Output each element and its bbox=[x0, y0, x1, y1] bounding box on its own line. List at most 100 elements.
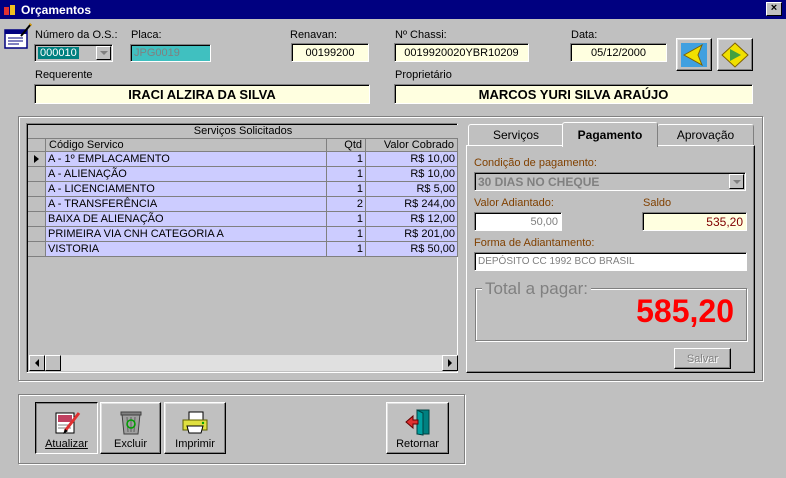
retornar-button[interactable]: Retornar bbox=[386, 402, 449, 454]
imprimir-button[interactable]: Imprimir bbox=[164, 402, 226, 454]
condicao-combo[interactable]: 30 DIAS NO CHEQUE bbox=[474, 172, 746, 191]
adiantado-label: Valor Adiantado: bbox=[474, 197, 554, 209]
tab-aprovacao[interactable]: Aprovação bbox=[657, 124, 754, 146]
table-row[interactable]: A - 1º EMPLACAMENTO 1 R$ 10,00 bbox=[28, 152, 458, 167]
grid-caption: Serviços Solicitados bbox=[28, 125, 458, 139]
table-row[interactable]: A - ALIENAÇÃO 1 R$ 10,00 bbox=[28, 167, 458, 182]
cell-valor[interactable]: R$ 12,00 bbox=[366, 212, 458, 227]
condicao-label: Condição de pagamento: bbox=[474, 157, 597, 169]
title-bar[interactable]: Orçamentos × bbox=[0, 0, 786, 19]
os-dropdown-icon[interactable] bbox=[96, 46, 111, 60]
row-indicator bbox=[28, 212, 46, 227]
next-button[interactable] bbox=[717, 38, 753, 71]
data-field[interactable]: 05/12/2000 bbox=[570, 43, 667, 62]
cell-qtd[interactable]: 1 bbox=[327, 182, 366, 197]
cell-valor[interactable]: R$ 244,00 bbox=[366, 197, 458, 212]
printer-icon bbox=[180, 408, 210, 436]
grid-header-servico[interactable]: Código Servico bbox=[46, 139, 327, 152]
proprietario-label: Proprietário bbox=[395, 69, 452, 81]
cell-servico[interactable]: VISTORIA bbox=[46, 242, 327, 257]
cell-qtd[interactable]: 1 bbox=[327, 212, 366, 227]
scroll-right-button[interactable] bbox=[442, 355, 458, 371]
previous-button[interactable] bbox=[676, 38, 712, 71]
excluir-button[interactable]: Excluir bbox=[100, 402, 161, 454]
grid-header-indicator bbox=[28, 139, 46, 152]
window-title: Orçamentos bbox=[21, 2, 92, 17]
atualizar-button[interactable]: Atualizar bbox=[35, 402, 98, 454]
proprietario-field[interactable]: MARCOS YURI SILVA ARAÚJO bbox=[394, 84, 753, 104]
tab-servicos[interactable]: Serviços bbox=[468, 124, 564, 146]
placa-label: Placa: bbox=[131, 29, 162, 41]
cell-servico[interactable]: PRIMEIRA VIA CNH CATEGORIA A bbox=[46, 227, 327, 242]
cell-servico[interactable]: A - 1º EMPLACAMENTO bbox=[46, 152, 327, 167]
table-row[interactable]: A - TRANSFERÊNCIA 2 R$ 244,00 bbox=[28, 197, 458, 212]
cell-qtd[interactable]: 2 bbox=[327, 197, 366, 212]
cell-servico[interactable]: A - ALIENAÇÃO bbox=[46, 167, 327, 182]
placa-value: JPG0019 bbox=[134, 47, 180, 59]
renavan-label: Renavan: bbox=[290, 29, 338, 41]
table-row[interactable]: BAIXA DE ALIENAÇÃO 1 R$ 12,00 bbox=[28, 212, 458, 227]
cell-valor[interactable]: R$ 10,00 bbox=[366, 167, 458, 182]
chassi-field[interactable]: 0019920020YBR10209 bbox=[394, 43, 529, 62]
close-button[interactable]: × bbox=[766, 2, 782, 16]
os-combo[interactable]: 000010 bbox=[34, 44, 113, 62]
forma-field[interactable]: DEPÓSITO CC 1992 BCO BRASIL bbox=[474, 252, 747, 271]
scroll-thumb[interactable] bbox=[45, 355, 61, 371]
scroll-left-icon bbox=[35, 359, 39, 367]
cell-qtd[interactable]: 1 bbox=[327, 167, 366, 182]
cell-valor[interactable]: R$ 50,00 bbox=[366, 242, 458, 257]
cell-valor[interactable]: R$ 201,00 bbox=[366, 227, 458, 242]
saldo-field[interactable]: 535,20 bbox=[642, 212, 747, 231]
next-arrow-icon bbox=[721, 41, 749, 68]
placa-field[interactable]: JPG0019 bbox=[130, 44, 211, 62]
grid-header-qtd[interactable]: Qtd bbox=[327, 139, 366, 152]
salvar-label: Salvar bbox=[686, 352, 719, 365]
renavan-field[interactable]: 00199200 bbox=[291, 43, 369, 62]
scroll-right-icon bbox=[448, 359, 452, 367]
table-row[interactable]: VISTORIA 1 R$ 50,00 bbox=[28, 242, 458, 257]
row-indicator bbox=[28, 152, 46, 167]
adiantado-field[interactable]: 50,00 bbox=[474, 212, 562, 231]
previous-arrow-icon bbox=[681, 42, 707, 67]
services-grid[interactable]: Serviços Solicitados Código Servico Qtd … bbox=[26, 123, 458, 373]
atualizar-label: Atualizar bbox=[45, 438, 88, 450]
form-icon bbox=[3, 22, 33, 50]
cell-servico[interactable]: A - TRANSFERÊNCIA bbox=[46, 197, 327, 212]
condicao-value: 30 DIAS NO CHEQUE bbox=[478, 174, 600, 189]
total-value: 585,20 bbox=[636, 293, 734, 329]
cell-qtd[interactable]: 1 bbox=[327, 152, 366, 167]
tab-pagamento[interactable]: Pagamento bbox=[562, 122, 658, 147]
grid-header: Código Servico Qtd Valor Cobrado bbox=[28, 139, 458, 152]
chassi-label: Nº Chassi: bbox=[395, 29, 447, 41]
recycle-bin-icon bbox=[116, 408, 146, 436]
pencil-document-icon bbox=[52, 408, 82, 436]
cell-servico[interactable]: BAIXA DE ALIENAÇÃO bbox=[46, 212, 327, 227]
row-indicator bbox=[28, 197, 46, 212]
cell-servico[interactable]: A - LICENCIAMENTO bbox=[46, 182, 327, 197]
exit-door-icon bbox=[403, 408, 433, 436]
cell-valor[interactable]: R$ 5,00 bbox=[366, 182, 458, 197]
saldo-label: Saldo bbox=[643, 197, 672, 209]
grid-horizontal-scrollbar[interactable] bbox=[29, 355, 458, 371]
retornar-label: Retornar bbox=[396, 438, 439, 450]
data-label: Data: bbox=[571, 29, 598, 41]
table-row[interactable]: PRIMEIRA VIA CNH CATEGORIA A 1 R$ 201,00 bbox=[28, 227, 458, 242]
imprimir-label: Imprimir bbox=[175, 438, 215, 450]
condicao-dropdown-icon[interactable] bbox=[729, 174, 744, 189]
app-icon bbox=[3, 3, 17, 17]
cell-valor[interactable]: R$ 10,00 bbox=[366, 152, 458, 167]
grid-header-valor[interactable]: Valor Cobrado bbox=[366, 139, 458, 152]
scroll-left-button[interactable] bbox=[29, 355, 45, 371]
table-row[interactable]: A - LICENCIAMENTO 1 R$ 5,00 bbox=[28, 182, 458, 197]
row-indicator bbox=[28, 182, 46, 197]
row-indicator bbox=[28, 167, 46, 182]
salvar-button[interactable]: Salvar bbox=[674, 348, 731, 369]
requerente-field[interactable]: IRACI ALZIRA DA SILVA bbox=[34, 84, 370, 104]
orcamentos-window: Orçamentos × Número da O.S.: 000010 Plac… bbox=[0, 0, 786, 478]
cell-qtd[interactable]: 1 bbox=[327, 227, 366, 242]
os-label: Número da O.S.: bbox=[35, 29, 118, 41]
cell-qtd[interactable]: 1 bbox=[327, 242, 366, 257]
forma-label: Forma de Adiantamento: bbox=[474, 237, 595, 249]
row-indicator bbox=[28, 227, 46, 242]
requerente-label: Requerente bbox=[35, 69, 93, 81]
